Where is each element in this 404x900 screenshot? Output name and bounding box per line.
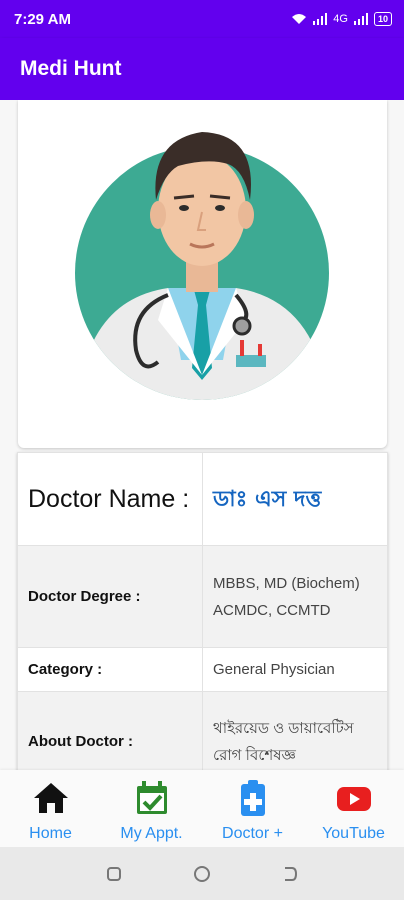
doctor-info-table: Doctor Name : ডাঃ এস দত্ত Doctor Degree … bbox=[17, 452, 388, 770]
status-bar: 7:29 AM 4G 10 bbox=[0, 0, 404, 38]
network-type: 4G bbox=[333, 13, 348, 25]
wifi-icon bbox=[292, 14, 307, 24]
doctor-degree-label: Doctor Degree : bbox=[17, 545, 203, 648]
doctor-avatar-icon bbox=[75, 132, 329, 400]
table-row-category: Category : General Physician bbox=[17, 647, 388, 692]
doctor-degree-value: MBBS, MD (Biochem) ACMDC, CCMTD bbox=[202, 545, 388, 648]
about-doctor-label: About Doctor : bbox=[17, 691, 203, 770]
youtube-icon bbox=[336, 787, 371, 811]
signal-icon-2 bbox=[353, 13, 368, 25]
calendar-check-icon bbox=[136, 781, 167, 814]
home-icon bbox=[33, 783, 68, 813]
bottom-navigation: Home My Appt. Doctor + YouTube bbox=[0, 770, 404, 847]
nav-label-youtube: YouTube bbox=[322, 825, 385, 842]
doctor-name-label: Doctor Name : bbox=[17, 452, 203, 546]
signal-icon bbox=[313, 13, 328, 25]
nav-label-my-appt: My Appt. bbox=[120, 825, 183, 842]
status-icons: 4G 10 bbox=[291, 12, 392, 26]
app-bar: Medi Hunt bbox=[0, 38, 404, 100]
back-icon[interactable] bbox=[280, 864, 300, 884]
app-title: Medi Hunt bbox=[20, 57, 122, 80]
battery-icon: 10 bbox=[373, 12, 392, 26]
table-row-about: About Doctor : থাইরয়েড ও ডায়াবেটিস রোগ… bbox=[17, 691, 388, 770]
nav-item-youtube[interactable]: YouTube bbox=[303, 770, 404, 847]
doctor-details-content[interactable]: Doctor Name : ডাঃ এস দত্ত Doctor Degree … bbox=[0, 100, 404, 770]
system-navigation-bar bbox=[0, 847, 404, 900]
nav-item-my-appt[interactable]: My Appt. bbox=[101, 770, 202, 847]
nav-item-home[interactable]: Home bbox=[0, 770, 101, 847]
category-label: Category : bbox=[17, 647, 203, 692]
home-button-icon[interactable] bbox=[192, 864, 212, 884]
nav-label-doctor-plus: Doctor + bbox=[222, 825, 283, 842]
doctor-image-card bbox=[18, 100, 387, 448]
clipboard-plus-icon bbox=[240, 780, 265, 816]
recent-apps-icon[interactable] bbox=[104, 864, 124, 884]
about-doctor-value: থাইরয়েড ও ডায়াবেটিস রোগ বিশেষজ্ঞ bbox=[202, 691, 388, 770]
doctor-name-value: ডাঃ এস দত্ত bbox=[202, 452, 388, 546]
category-value: General Physician bbox=[202, 647, 388, 692]
nav-label-home: Home bbox=[29, 825, 72, 842]
table-row-degree: Doctor Degree : MBBS, MD (Biochem) ACMDC… bbox=[17, 545, 388, 648]
nav-item-doctor-plus[interactable]: Doctor + bbox=[202, 770, 303, 847]
table-row-doctor-name: Doctor Name : ডাঃ এস দত্ত bbox=[17, 452, 388, 546]
status-time: 7:29 AM bbox=[14, 10, 71, 28]
